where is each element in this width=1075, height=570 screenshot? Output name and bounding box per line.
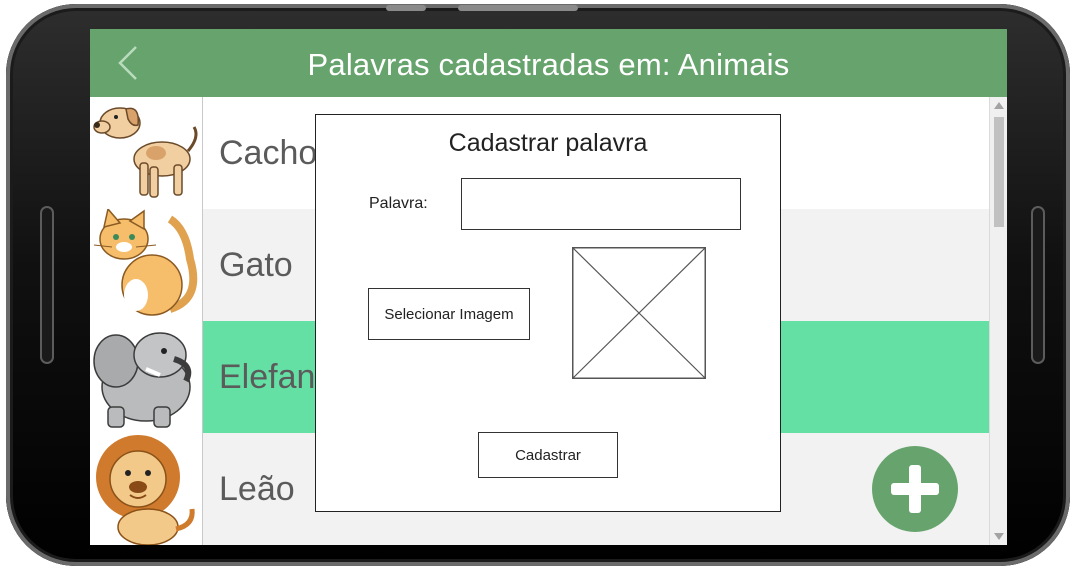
list-item-label: Leão (219, 470, 295, 508)
cat-illustration (93, 209, 198, 316)
image-column (90, 97, 203, 545)
word-label: Palavra: (369, 195, 428, 212)
elephant-illustration (93, 332, 192, 428)
phone-right-button (1031, 206, 1045, 364)
scroll-up-icon[interactable] (994, 102, 1004, 109)
list-item-label: Cacho (219, 134, 318, 172)
image-placeholder-icon[interactable] (572, 247, 706, 379)
phone-top-speaker (458, 5, 578, 11)
add-word-button[interactable] (872, 446, 958, 532)
word-input[interactable] (461, 178, 741, 230)
dialog-title: Cadastrar palavra (448, 129, 648, 157)
scrollbar[interactable] (989, 97, 1007, 545)
register-button[interactable]: Cadastrar (478, 432, 618, 478)
register-word-dialog: Cadastrar palavra Palavra: Selecionar Im… (315, 114, 781, 512)
phone-left-button (40, 206, 54, 364)
list-item-label: Elefan (219, 358, 316, 396)
scroll-down-icon[interactable] (994, 533, 1004, 540)
lion-illustration (96, 435, 195, 545)
list-item-label: Gato (219, 246, 293, 284)
app-bar: Palavras cadastradas em: Animais (90, 29, 1007, 97)
page-title: Palavras cadastradas em: Animais (307, 47, 790, 82)
scroll-thumb[interactable] (994, 117, 1004, 227)
dog-illustration (93, 107, 198, 198)
select-image-button[interactable]: Selecionar Imagem (368, 288, 530, 340)
plus-icon (891, 465, 939, 513)
phone-top-button (386, 5, 426, 11)
app-screen: Palavras cadastradas em: Animais Cacho G… (90, 29, 1007, 545)
